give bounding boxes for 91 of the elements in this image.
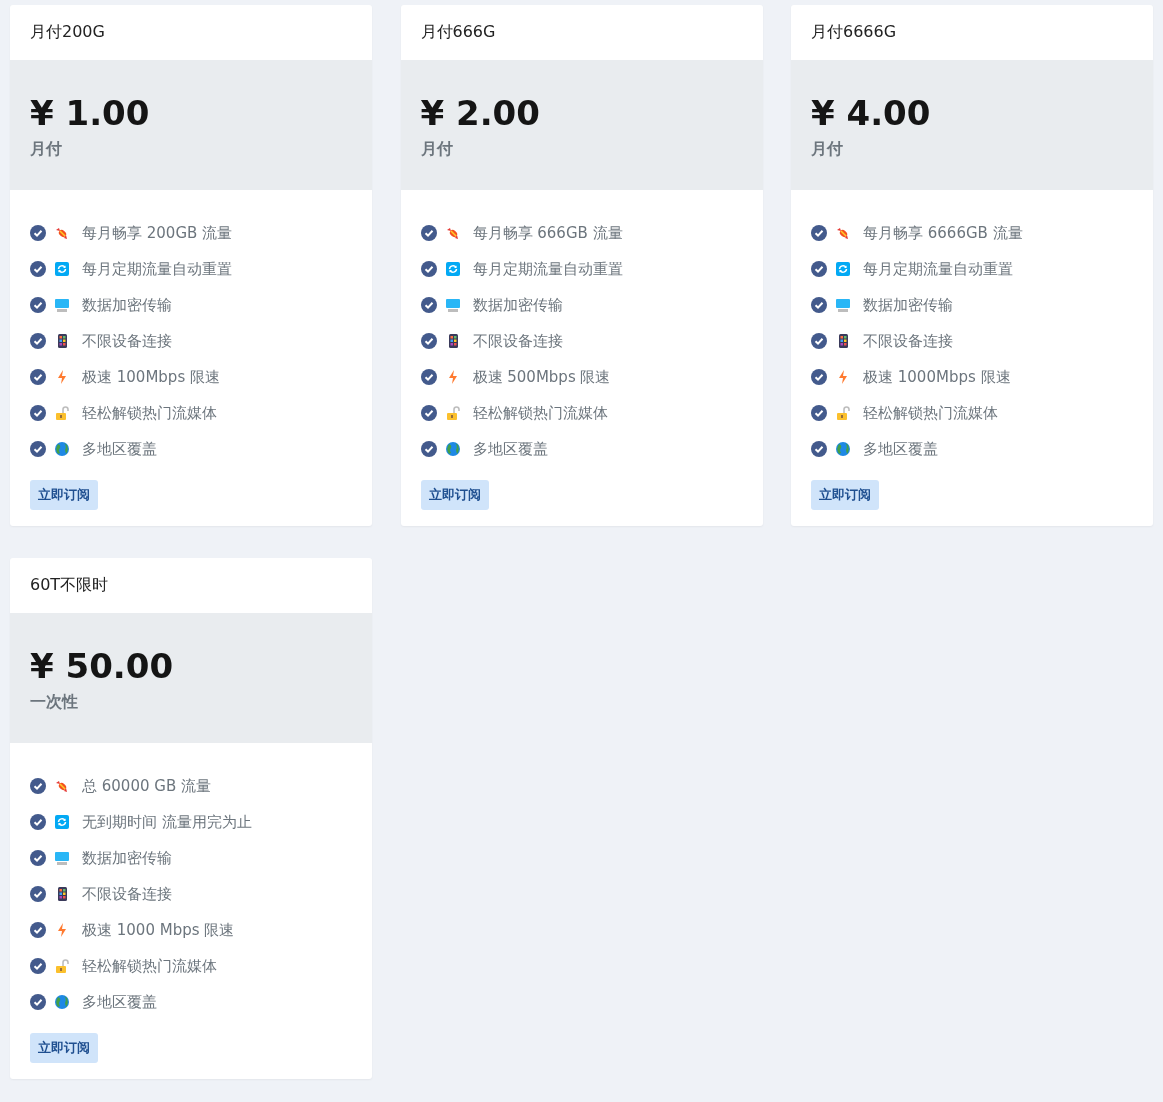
check-circle-icon xyxy=(811,333,827,349)
feature-text: 极速 100Mbps 限速 xyxy=(82,367,220,387)
refresh-icon xyxy=(444,261,461,277)
feature-text: 每月定期流量自动重置 xyxy=(82,259,232,279)
feature-text: 轻松解锁热门流媒体 xyxy=(863,403,998,423)
monitor-icon xyxy=(835,297,851,313)
check-circle-icon xyxy=(811,261,827,277)
feature-text: 轻松解锁热门流媒体 xyxy=(472,403,608,423)
monitor-icon xyxy=(54,297,70,313)
check-circle-icon xyxy=(30,994,46,1010)
feature-text: 极速 1000 Mbps 限速 xyxy=(82,920,235,940)
feature-text: 不限设备连接 xyxy=(82,331,172,351)
feature-text: 多地区覆盖 xyxy=(863,439,938,459)
subscribe-button[interactable]: 立即订阅 xyxy=(30,480,98,510)
feature-text: 每月定期流量自动重置 xyxy=(472,259,623,279)
plan-price: ¥ 1.00 xyxy=(30,91,151,135)
check-circle-icon xyxy=(811,441,827,457)
feature-text: 数据加密传输 xyxy=(82,295,172,315)
billing-period: 月付 xyxy=(30,138,63,160)
refresh-icon xyxy=(835,261,851,277)
globe-icon xyxy=(835,441,851,457)
refresh-icon xyxy=(54,814,70,830)
plan-title: 月付200G xyxy=(30,22,105,43)
check-circle-icon xyxy=(30,369,46,385)
feature-text: 轻松解锁热门流媒体 xyxy=(82,956,217,976)
check-circle-icon xyxy=(420,261,437,277)
feature-text: 多地区覆盖 xyxy=(82,439,157,459)
check-circle-icon xyxy=(30,333,46,349)
check-circle-icon xyxy=(30,297,46,313)
check-circle-icon xyxy=(30,441,46,457)
check-circle-icon xyxy=(420,441,437,457)
candy-icon xyxy=(835,225,851,241)
plan-title: 60T不限时 xyxy=(30,575,109,596)
candy-icon xyxy=(54,225,70,241)
check-circle-icon xyxy=(811,369,827,385)
check-circle-icon xyxy=(420,405,437,421)
check-circle-icon xyxy=(30,778,46,794)
check-circle-icon xyxy=(30,886,46,902)
feature-text: 数据加密传输 xyxy=(82,848,172,868)
check-circle-icon xyxy=(30,225,46,241)
billing-period: 月付 xyxy=(420,138,454,160)
feature-text: 不限设备连接 xyxy=(472,331,563,351)
globe-icon xyxy=(444,441,461,457)
feature-text: 总 60000 GB 流量 xyxy=(82,776,211,796)
feature-text: 不限设备连接 xyxy=(863,331,953,351)
feature-text: 极速 1000Mbps 限速 xyxy=(863,367,1011,387)
candy-icon xyxy=(54,778,70,794)
feature-text: 多地区覆盖 xyxy=(82,992,157,1012)
feature-text: 数据加密传输 xyxy=(472,295,563,315)
check-circle-icon xyxy=(811,405,827,421)
feature-text: 数据加密传输 xyxy=(863,295,953,315)
subscribe-button[interactable]: 立即订阅 xyxy=(811,480,879,510)
plan-price: ¥ 2.00 xyxy=(420,91,541,135)
feature-text: 不限设备连接 xyxy=(82,884,172,904)
check-circle-icon xyxy=(30,405,46,421)
feature-text: 每月畅享 666GB 流量 xyxy=(472,223,623,243)
unlocked-padlock-icon xyxy=(54,405,70,421)
monitor-icon xyxy=(444,297,461,313)
feature-text: 轻松解锁热门流媒体 xyxy=(82,403,217,423)
feature-text: 无到期时间 流量用完为止 xyxy=(82,812,252,832)
check-circle-icon xyxy=(30,922,46,938)
unlocked-padlock-icon xyxy=(444,405,461,421)
billing-period: 一次性 xyxy=(30,691,79,713)
check-circle-icon xyxy=(811,297,827,313)
check-circle-icon xyxy=(811,225,827,241)
feature-text: 每月畅享 200GB 流量 xyxy=(82,223,233,243)
refresh-icon xyxy=(54,261,70,277)
feature-text: 每月畅享 6666GB 流量 xyxy=(863,223,1023,243)
check-circle-icon xyxy=(420,333,437,349)
check-circle-icon xyxy=(30,850,46,866)
check-circle-icon xyxy=(30,958,46,974)
globe-icon xyxy=(54,994,70,1010)
monitor-icon xyxy=(54,850,70,866)
plan-price: ¥ 4.00 xyxy=(811,91,932,135)
plan-price: ¥ 50.00 xyxy=(30,644,175,688)
feature-text: 每月定期流量自动重置 xyxy=(863,259,1013,279)
subscribe-button[interactable]: 立即订阅 xyxy=(420,480,489,510)
plan-title: 月付6666G xyxy=(811,22,897,43)
feature-text: 极速 500Mbps 限速 xyxy=(472,367,611,387)
plan-title: 月付666G xyxy=(420,22,496,43)
check-circle-icon xyxy=(420,225,437,241)
unlocked-padlock-icon xyxy=(835,405,851,421)
check-circle-icon xyxy=(420,369,437,385)
subscribe-button[interactable]: 立即订阅 xyxy=(30,1033,98,1063)
globe-icon xyxy=(54,441,70,457)
feature-text: 多地区覆盖 xyxy=(472,439,548,459)
billing-period: 月付 xyxy=(811,138,844,160)
unlocked-padlock-icon xyxy=(54,958,70,974)
check-circle-icon xyxy=(420,297,437,313)
check-circle-icon xyxy=(30,814,46,830)
check-circle-icon xyxy=(30,261,46,277)
